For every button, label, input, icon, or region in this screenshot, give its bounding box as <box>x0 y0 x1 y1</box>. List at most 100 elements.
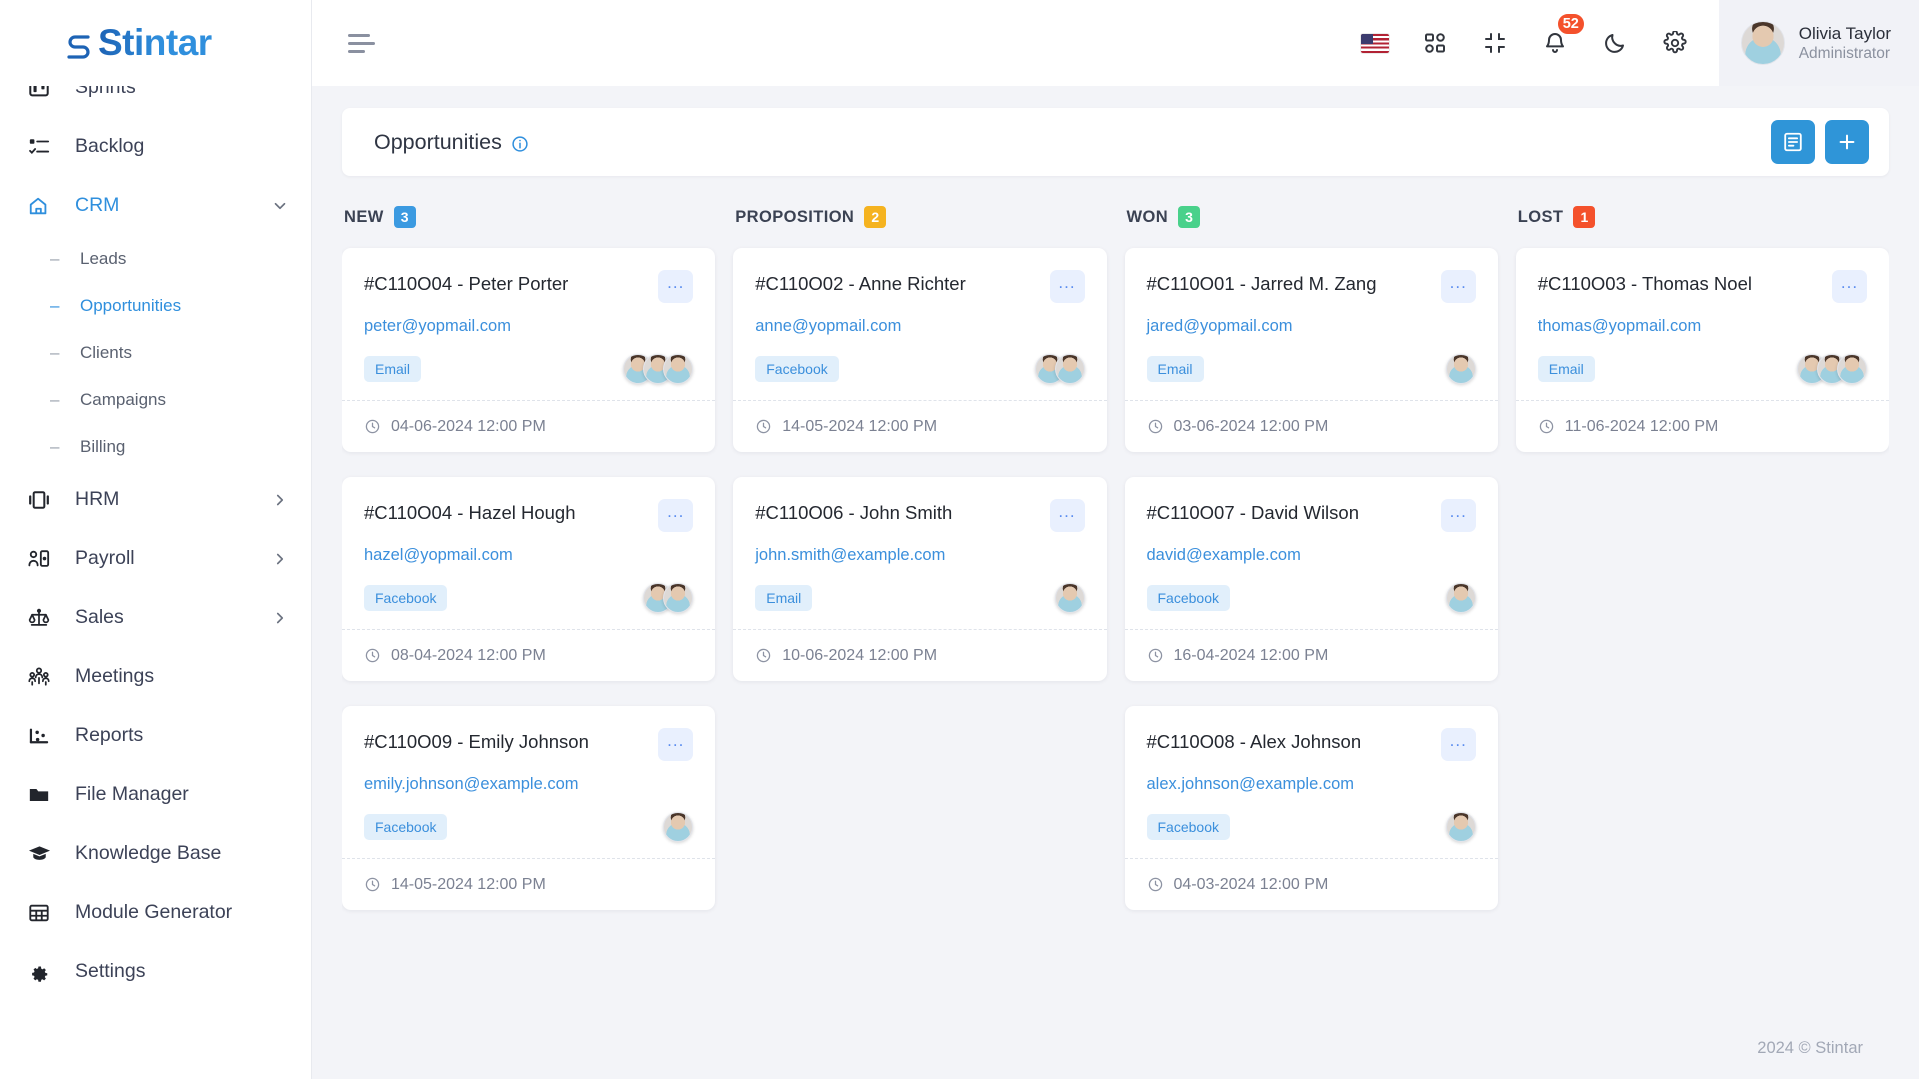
avatar <box>663 583 694 613</box>
source-tag: Email <box>1537 356 1595 382</box>
card-email-link[interactable]: thomas@yopmail.com <box>1538 317 1867 336</box>
sidebar-item-hrm[interactable]: HRM <box>0 470 311 529</box>
avatar <box>1740 21 1785 65</box>
card-top: #C110O01 - Jarred M. Zang... <box>1147 270 1476 303</box>
card-email-link[interactable]: alex.johnson@example.com <box>1147 775 1476 794</box>
sidebar-item-label: File Manager <box>75 783 189 805</box>
info-circle-icon[interactable] <box>511 135 529 153</box>
brand-logo[interactable]: Stintar <box>0 0 311 86</box>
assignee-avatars[interactable] <box>643 583 694 613</box>
card-menu-button[interactable]: ... <box>658 270 694 303</box>
card-menu-button[interactable]: ... <box>1049 270 1085 303</box>
payroll-icon <box>28 547 58 571</box>
card-email-link[interactable]: hazel@yopmail.com <box>364 546 693 565</box>
assignee-avatars[interactable] <box>1445 354 1476 384</box>
opportunity-card[interactable]: #C110O04 - Hazel Hough... hazel@yopmail.c… <box>342 477 716 681</box>
assignee-avatars[interactable] <box>663 812 694 842</box>
assignee-avatars[interactable] <box>1445 583 1476 613</box>
card-menu-button[interactable]: ... <box>658 728 694 761</box>
card-footer: 04-03-2024 12:00 PM <box>1124 858 1498 910</box>
card-menu-button[interactable]: ... <box>1440 728 1476 761</box>
sidebar-item-opportunities[interactable]: – Opportunities <box>0 282 311 329</box>
topbar-actions: 52 Olivia Taylor Administrator <box>1345 0 1919 86</box>
sidebar-item-billing[interactable]: – Billing <box>0 423 311 470</box>
sidebar-item-campaigns[interactable]: – Campaigns <box>0 376 311 423</box>
opportunity-card[interactable]: #C110O06 - John Smith... john.smith@examp… <box>733 477 1107 681</box>
card-email-link[interactable]: emily.johnson@example.com <box>364 775 693 794</box>
sidebar-item-sprints[interactable]: Sprints <box>0 86 311 117</box>
card-menu-button[interactable]: ... <box>1049 499 1085 532</box>
moon-icon[interactable] <box>1585 0 1645 86</box>
graduation-cap-icon <box>28 842 58 866</box>
chevron-right-icon <box>271 550 289 568</box>
assignee-avatars[interactable] <box>1797 354 1867 384</box>
card-list: #C110O01 - Jarred M. Zang... jared@yopmai… <box>1124 248 1498 910</box>
us-flag-icon[interactable] <box>1345 0 1405 86</box>
sidebar-item-meetings[interactable]: Meetings <box>0 647 311 706</box>
sidebar-item-crm[interactable]: CRM <box>0 176 311 235</box>
topbar: 52 Olivia Taylor Administrator <box>312 0 1919 86</box>
column-count-badge: 1 <box>1573 206 1596 228</box>
sidebar-item-knowledge-base[interactable]: Knowledge Base <box>0 824 311 883</box>
sidebar-item-sales[interactable]: Sales <box>0 588 311 647</box>
user-profile[interactable]: Olivia Taylor Administrator <box>1718 0 1919 86</box>
opportunity-card[interactable]: #C110O02 - Anne Richter... anne@yopmail.c… <box>733 248 1107 452</box>
sidebar-subitem-label: Billing <box>80 436 126 456</box>
opportunity-card[interactable]: #C110O03 - Thomas Noel... thomas@yopmail.… <box>1515 248 1889 452</box>
sidebar-item-payroll[interactable]: Payroll <box>0 529 311 588</box>
card-meta: Email <box>755 583 1085 629</box>
card-footer: 03-06-2024 12:00 PM <box>1124 400 1498 452</box>
sidebar-item-leads[interactable]: – Leads <box>0 235 311 282</box>
opportunity-card[interactable]: #C110O07 - David Wilson... david@example.… <box>1124 477 1498 681</box>
sidebar-item-label: Sales <box>75 606 124 628</box>
column-count-badge: 3 <box>393 206 416 228</box>
sidebar-item-reports[interactable]: Reports <box>0 706 311 765</box>
card-email-link[interactable]: john.smith@example.com <box>755 546 1084 565</box>
assignee-avatars[interactable] <box>623 354 694 384</box>
sidebar-item-clients[interactable]: – Clients <box>0 329 311 376</box>
card-meta: Email <box>1146 354 1476 400</box>
card-menu-button[interactable]: ... <box>1832 270 1867 303</box>
card-email-link[interactable]: peter@yopmail.com <box>364 317 693 336</box>
column-count-badge: 2 <box>864 206 887 228</box>
bell-icon[interactable]: 52 <box>1525 0 1586 86</box>
sidebar-item-settings[interactable]: Settings <box>0 942 311 1001</box>
opportunity-card[interactable]: #C110O08 - Alex Johnson... alex.johnson@e… <box>1124 706 1498 910</box>
card-email-link[interactable]: david@example.com <box>1147 546 1476 565</box>
hamburger-icon[interactable] <box>342 26 381 61</box>
card-footer: 14-05-2024 12:00 PM <box>733 400 1107 452</box>
settings-gear-icon[interactable] <box>1645 0 1705 86</box>
sidebar-item-backlog[interactable]: Backlog <box>0 117 311 176</box>
assignee-avatars[interactable] <box>1445 812 1476 842</box>
clock-icon <box>364 418 381 435</box>
assignee-avatars[interactable] <box>1054 583 1085 613</box>
opportunity-card[interactable]: #C110O01 - Jarred M. Zang... jared@yopmai… <box>1124 248 1498 452</box>
scales-icon <box>28 606 58 630</box>
add-opportunity-button[interactable] <box>1825 120 1869 164</box>
sidebar-item-module-generator[interactable]: Module Generator <box>0 883 311 942</box>
card-menu-button[interactable]: ... <box>658 499 694 532</box>
column-title: LOST <box>1517 207 1564 226</box>
card-title: #C110O08 - Alex Johnson <box>1146 731 1362 752</box>
card-footer: 11-06-2024 12:00 PM <box>1515 400 1889 452</box>
sidebar-item-file-manager[interactable]: File Manager <box>0 765 311 824</box>
apps-grid-icon[interactable] <box>1405 0 1465 86</box>
list-view-button[interactable] <box>1771 120 1815 164</box>
sidebar-subitem-label: Leads <box>80 248 127 268</box>
card-menu-button[interactable]: ... <box>1440 270 1476 303</box>
footer-text: 2024 © Stintar <box>1757 1038 1863 1057</box>
card-menu-button[interactable]: ... <box>1440 499 1476 532</box>
source-tag: Email <box>755 585 813 611</box>
opportunity-card[interactable]: #C110O09 - Emily Johnson... emily.johnson… <box>342 706 716 910</box>
card-meta: Facebook <box>1146 583 1476 629</box>
card-top: #C110O09 - Emily Johnson... <box>364 728 694 761</box>
opportunity-card[interactable]: #C110O04 - Peter Porter... peter@yopmail.… <box>342 248 716 452</box>
card-email-link[interactable]: anne@yopmail.com <box>755 317 1084 336</box>
page-title: Opportunities <box>374 129 502 154</box>
compress-icon[interactable] <box>1465 0 1525 86</box>
assignee-avatars[interactable] <box>1034 354 1085 384</box>
card-email-link[interactable]: jared@yopmail.com <box>1147 317 1476 336</box>
dash-icon: – <box>50 296 60 315</box>
card-date: 03-06-2024 12:00 PM <box>1173 417 1329 435</box>
clock-icon <box>1147 418 1164 435</box>
